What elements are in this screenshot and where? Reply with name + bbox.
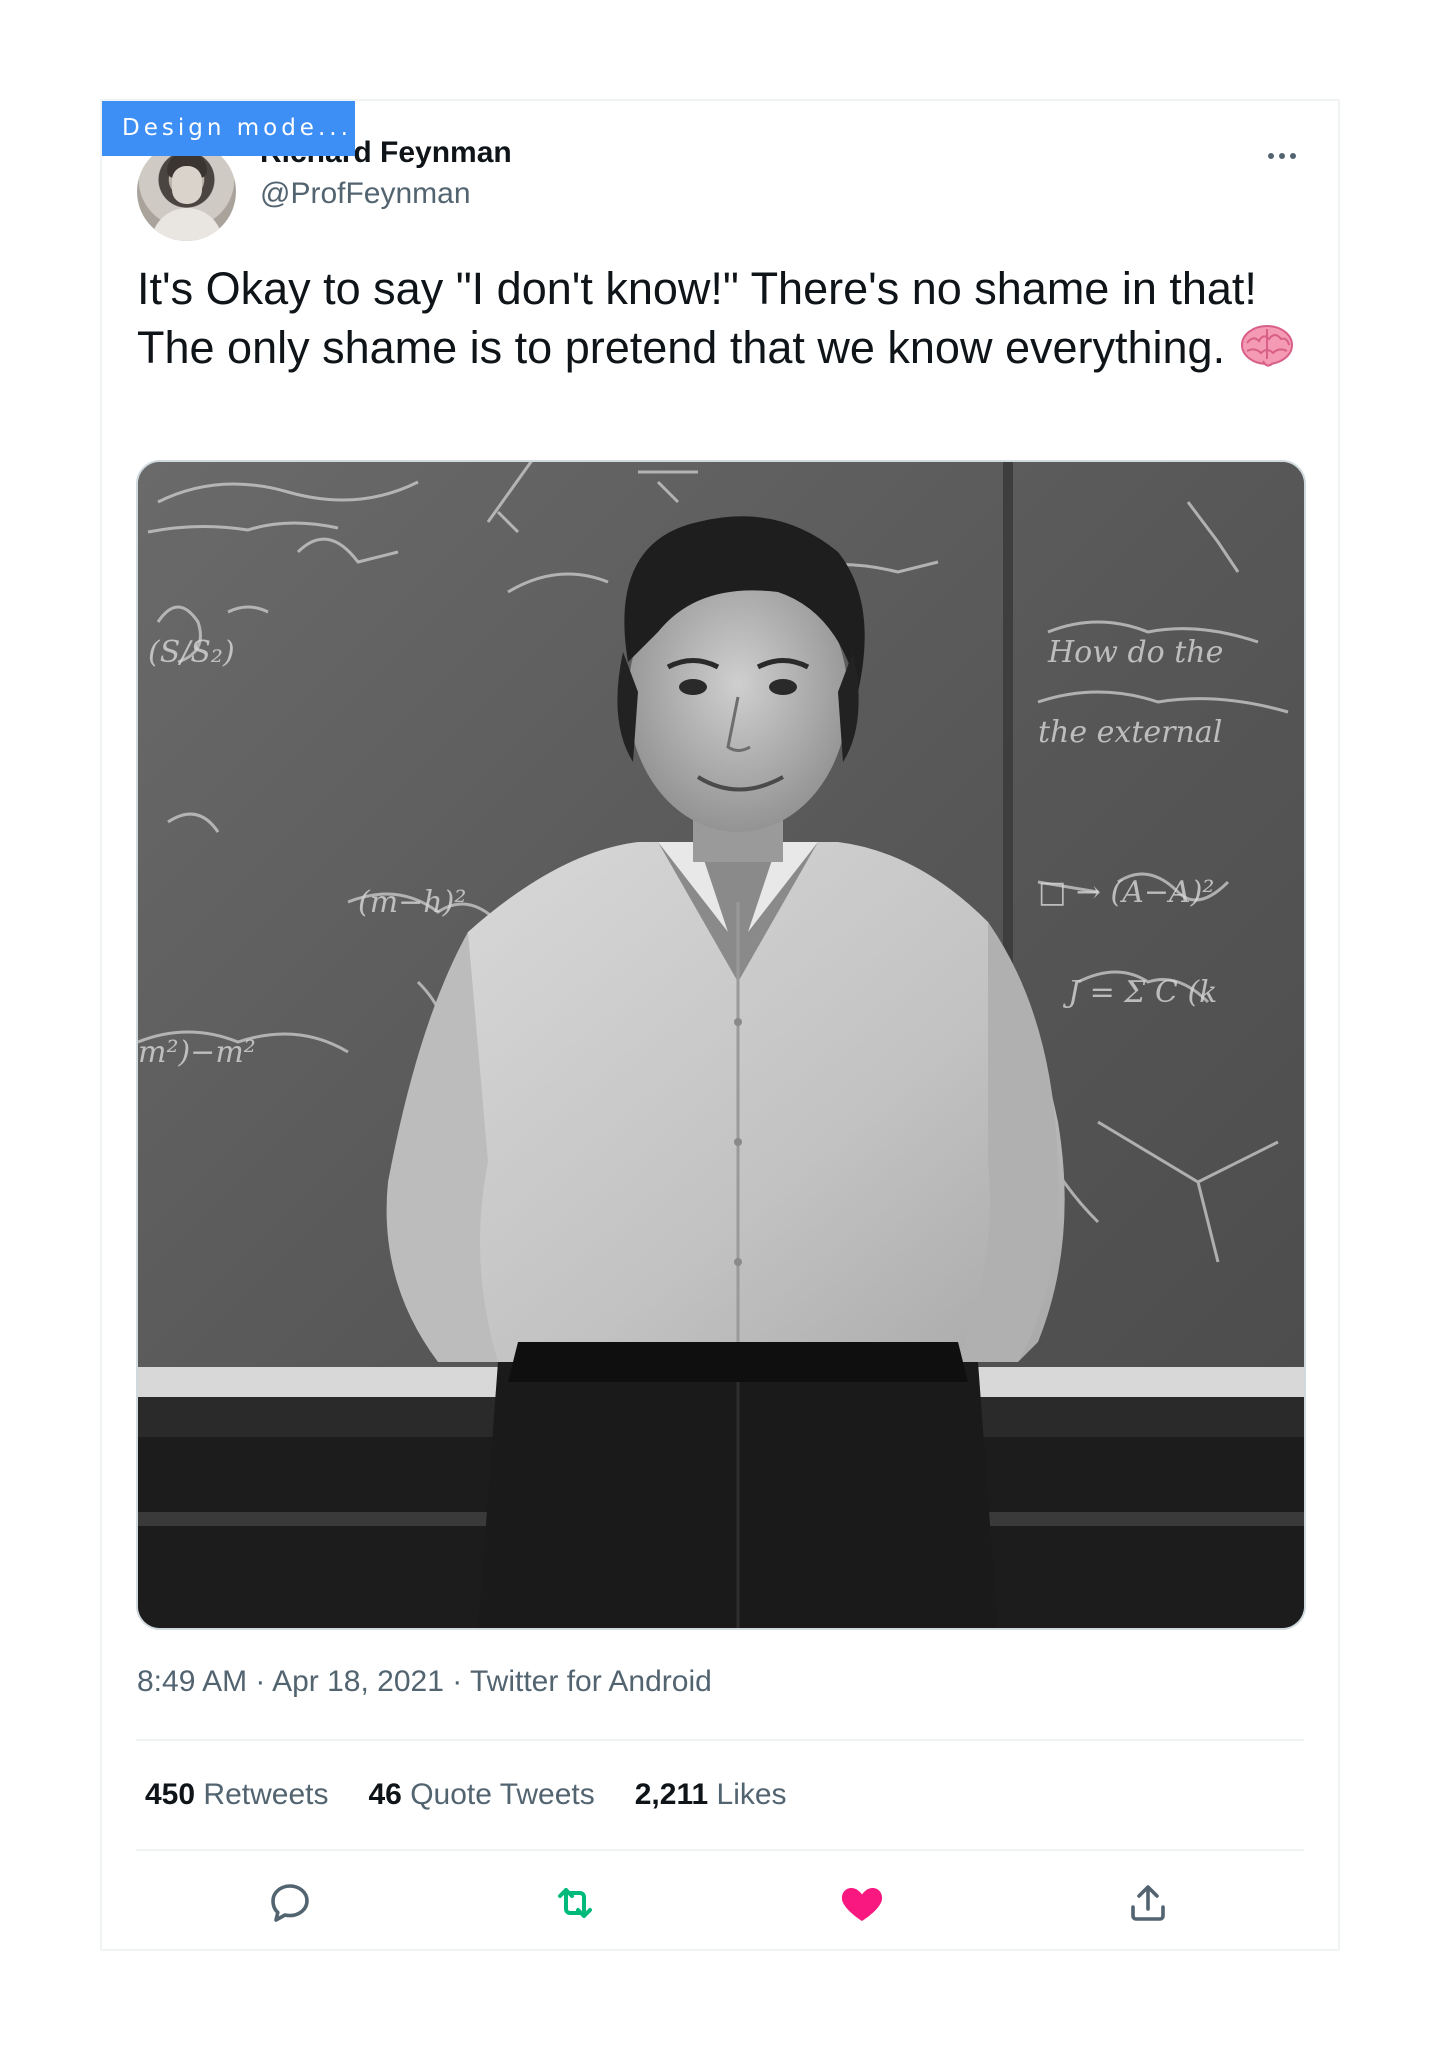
share-button[interactable]: [1124, 1879, 1172, 1927]
retweets-stat[interactable]: 450 Retweets: [145, 1778, 328, 1812]
svg-text:(S/S₂): (S/S₂): [148, 635, 235, 670]
reply-icon: [271, 1884, 309, 1922]
quote-tweets-count: 46: [368, 1778, 402, 1811]
meta-separator: ·: [247, 1665, 273, 1698]
quote-tweets-label: Quote Tweets: [410, 1778, 595, 1811]
svg-text:the external: the external: [1038, 715, 1222, 750]
tweet-date[interactable]: Apr 18, 2021: [272, 1665, 444, 1698]
more-dot-icon: [1279, 153, 1285, 159]
divider: [136, 1739, 1304, 1741]
avatar[interactable]: [137, 142, 236, 241]
tweet-text: It's Okay to say "I don't know!" There's…: [137, 263, 1257, 373]
svg-text:J = Σ C (k: J = Σ C (k: [1062, 975, 1217, 1010]
tweet-actions: [136, 1871, 1304, 1931]
brain-emoji-icon: [1241, 325, 1294, 367]
likes-stat[interactable]: 2,211 Likes: [635, 1778, 787, 1812]
design-mode-badge: Design mode...: [102, 101, 355, 156]
tweet-client[interactable]: Twitter for Android: [470, 1665, 712, 1698]
svg-text:(m−h)²: (m−h)²: [358, 885, 466, 920]
more-dot-icon: [1268, 153, 1274, 159]
tweet-text-block: It's Okay to say "I don't know!" There's…: [137, 259, 1317, 377]
tweet-card: Design mode... Richard Feynman @ProfFeyn…: [100, 99, 1340, 1951]
svg-text:□ → (A−A)²: □ → (A−A)²: [1038, 875, 1214, 910]
retweets-label: Retweets: [203, 1778, 329, 1811]
divider: [136, 1849, 1304, 1851]
more-dot-icon: [1290, 153, 1296, 159]
svg-text:m²)−m²: m²)−m²: [138, 1035, 256, 1070]
tweet-photo[interactable]: (S/S₂) How do the the external □ → (A−A)…: [136, 460, 1306, 1630]
svg-text:How do the: How do the: [1047, 635, 1223, 670]
share-icon: [1131, 1885, 1165, 1921]
tweet-time[interactable]: 8:49 AM: [137, 1665, 247, 1698]
photo-feynman-blackboard: (S/S₂) How do the the external □ → (A−A)…: [138, 462, 1304, 1628]
heart-icon: [841, 1888, 883, 1921]
tweet-stats: 450 Retweets 46 Quote Tweets 2,211 Likes: [145, 1778, 787, 1812]
retweet-icon: [558, 1888, 592, 1918]
like-button[interactable]: [838, 1879, 886, 1927]
likes-label: Likes: [716, 1778, 787, 1811]
tweet-meta: 8:49 AM · Apr 18, 2021 · Twitter for And…: [137, 1665, 712, 1699]
meta-separator: ·: [443, 1665, 471, 1698]
more-options-button[interactable]: [1260, 141, 1304, 171]
author-handle[interactable]: @ProfFeynman: [260, 177, 471, 211]
likes-count: 2,211: [634, 1778, 709, 1811]
retweet-button[interactable]: [551, 1879, 599, 1927]
quote-tweets-stat[interactable]: 46 Quote Tweets: [368, 1778, 594, 1812]
retweets-count: 450: [145, 1778, 196, 1811]
reply-button[interactable]: [266, 1879, 314, 1927]
